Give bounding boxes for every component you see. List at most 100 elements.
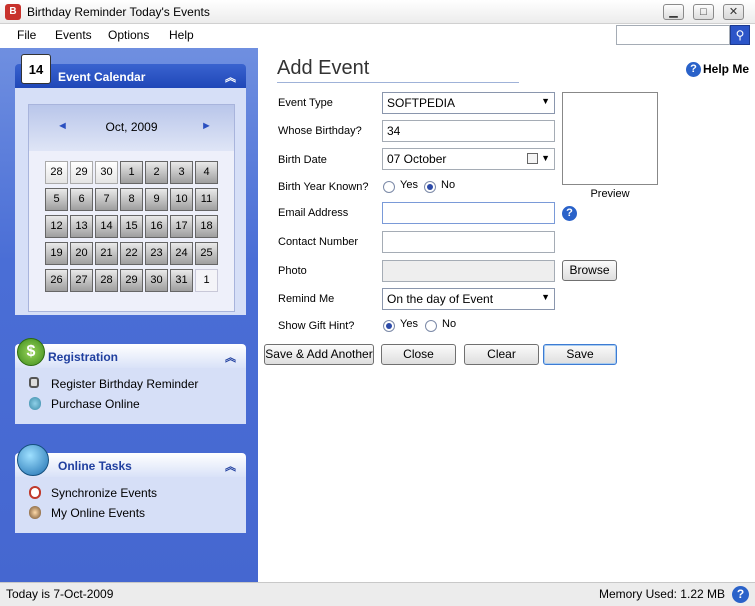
event-calendar-header[interactable]: 14 Event Calendar ︽ (15, 54, 246, 88)
birth-date-picker[interactable]: 07 October ▼ (382, 148, 555, 170)
online-tasks-title: Online Tasks (58, 459, 132, 473)
calendar-day[interactable]: 11 (195, 188, 218, 211)
menu-options[interactable]: Options (108, 28, 149, 42)
calendar-day[interactable]: 28 (45, 161, 68, 184)
calendar-day[interactable]: 19 (45, 242, 68, 265)
remind-me-label: Remind Me (278, 293, 335, 305)
help-me-label: Help Me (703, 62, 750, 76)
menu-events[interactable]: Events (55, 28, 92, 42)
calendar-day[interactable]: 20 (70, 242, 93, 265)
window-title: Birthday Reminder Today's Events (27, 5, 210, 19)
sync-icon (29, 486, 41, 499)
calendar-day[interactable]: 18 (195, 215, 218, 238)
gift-hint-yes-label: Yes (400, 318, 418, 330)
birth-year-yes-label: Yes (400, 179, 418, 191)
page-title: Add Event (277, 57, 370, 79)
calendar-day[interactable]: 27 (70, 269, 93, 292)
event-type-select[interactable]: SOFTPEDIA ▼ (382, 92, 555, 114)
search-input[interactable] (616, 25, 730, 45)
minimize-button[interactable]: ▁ (663, 4, 684, 20)
title-underline (277, 82, 519, 83)
clear-button[interactable]: Clear (464, 344, 539, 365)
register-link[interactable]: Register Birthday Reminder (51, 377, 198, 391)
calendar-day[interactable]: 31 (170, 269, 193, 292)
my-online-events-link[interactable]: My Online Events (51, 506, 145, 520)
calendar-day[interactable]: 9 (145, 188, 168, 211)
calendar-day[interactable]: 15 (120, 215, 143, 238)
calendar-day[interactable]: 5 (45, 188, 68, 211)
calendar-day[interactable]: 8 (120, 188, 143, 211)
collapse-chevron-icon[interactable]: ︽ (225, 69, 236, 85)
user-icon (29, 506, 41, 519)
calendar-day[interactable]: 10 (170, 188, 193, 211)
close-form-button[interactable]: Close (381, 344, 456, 365)
contact-number-field[interactable] (382, 231, 555, 253)
help-icon: ? (686, 62, 701, 78)
registration-header[interactable]: $ Registration ︽ (15, 338, 246, 368)
date-picker-icon[interactable] (527, 153, 538, 164)
calendar-day[interactable]: 4 (195, 161, 218, 184)
email-label: Email Address (278, 207, 349, 219)
menu-help[interactable]: Help (169, 28, 194, 42)
calendar-day[interactable]: 28 (95, 269, 118, 292)
whose-birthday-input[interactable]: 34 (382, 120, 555, 142)
save-add-another-button[interactable]: Save & Add Another (264, 344, 374, 365)
help-me-button[interactable]: ? Help Me (686, 62, 750, 78)
remind-me-select[interactable]: On the day of Event ▼ (382, 288, 555, 310)
gift-hint-yes-radio[interactable] (383, 320, 395, 332)
calendar-day[interactable]: 6 (70, 188, 93, 211)
calendar-day[interactable]: 17 (170, 215, 193, 238)
calendar-day[interactable]: 24 (170, 242, 193, 265)
globe-icon (29, 397, 41, 410)
menu-file[interactable]: File (17, 28, 36, 42)
calendar-day[interactable]: 7 (95, 188, 118, 211)
calendar-day[interactable]: 30 (145, 269, 168, 292)
calendar-day[interactable]: 14 (95, 215, 118, 238)
email-field[interactable] (382, 202, 555, 224)
lock-icon (29, 377, 39, 388)
calendar-day[interactable]: 3 (170, 161, 193, 184)
help-icon[interactable]: ? (562, 206, 577, 221)
online-tasks-panel: Synchronize Events My Online Events (15, 477, 246, 533)
birth-year-no-label: No (441, 179, 456, 191)
gift-hint-no-radio[interactable] (425, 320, 437, 332)
calendar-day[interactable]: 16 (145, 215, 168, 238)
app-icon: B (5, 4, 21, 20)
save-button[interactable]: Save (543, 344, 617, 365)
calendar-day[interactable]: 12 (45, 215, 68, 238)
purchase-link[interactable]: Purchase Online (51, 397, 140, 411)
calendar-day[interactable]: 26 (45, 269, 68, 292)
event-type-value: SOFTPEDIA (387, 96, 456, 110)
calendar-day[interactable]: 2 (145, 161, 168, 184)
browse-button[interactable]: Browse (562, 260, 617, 281)
search-icon[interactable]: ⚲ (730, 25, 750, 45)
calendar-day[interactable]: 25 (195, 242, 218, 265)
collapse-chevron-icon[interactable]: ︽ (225, 458, 236, 474)
earth-icon (17, 444, 49, 476)
close-button[interactable]: ✕ (723, 4, 744, 20)
calendar-day[interactable]: 1 (120, 161, 143, 184)
calendar-day[interactable]: 29 (70, 161, 93, 184)
calendar-icon: 14 (21, 54, 51, 84)
calendar-day[interactable]: 22 (120, 242, 143, 265)
calendar-day[interactable]: 1 (195, 269, 218, 292)
calendar-day[interactable]: 29 (120, 269, 143, 292)
next-month-icon[interactable]: ► (201, 120, 212, 132)
calendar-day[interactable]: 21 (95, 242, 118, 265)
birth-year-no-radio[interactable] (424, 181, 436, 193)
online-tasks-header[interactable]: Online Tasks ︽ (15, 444, 246, 477)
calendar-day[interactable]: 23 (145, 242, 168, 265)
birth-date-label: Birth Date (278, 154, 327, 166)
collapse-chevron-icon[interactable]: ︽ (225, 349, 236, 365)
maximize-button[interactable]: □ (693, 4, 714, 20)
synchronize-link[interactable]: Synchronize Events (51, 486, 157, 500)
memory-status: Memory Used: 1.22 MB (598, 587, 725, 601)
prev-month-icon[interactable]: ◄ (57, 120, 68, 132)
birth-year-yes-radio[interactable] (383, 181, 395, 193)
preview-label: Preview (590, 188, 630, 200)
calendar-day[interactable]: 30 (95, 161, 118, 184)
help-icon[interactable]: ? (732, 586, 749, 603)
status-bar: Today is 7-Oct-2009 Memory Used: 1.22 MB… (0, 582, 755, 606)
calendar-day[interactable]: 13 (70, 215, 93, 238)
whose-birthday-label: Whose Birthday? (278, 125, 362, 137)
